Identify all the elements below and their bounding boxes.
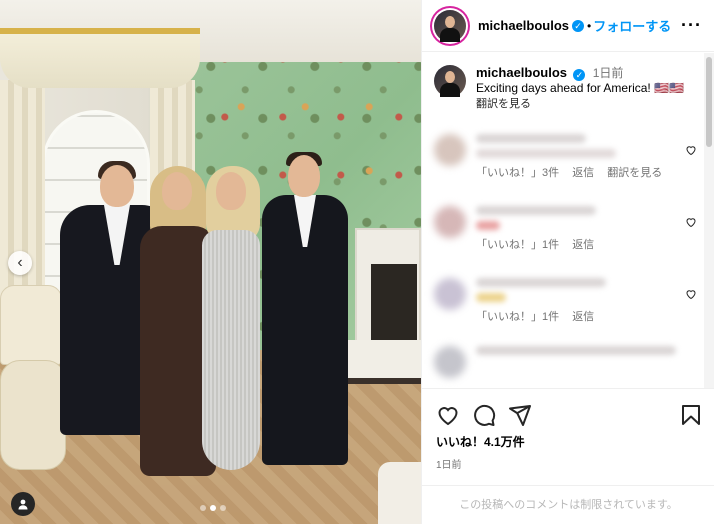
avatar[interactable] <box>434 9 466 42</box>
verified-badge-icon: ✓ <box>573 69 586 81</box>
carousel-dot[interactable] <box>220 505 226 511</box>
carousel-dot[interactable] <box>200 505 206 511</box>
carousel-dot-active[interactable] <box>210 505 216 511</box>
post-side-panel: michaelboulos ✓ • フォローする ··· michaelboul… <box>421 0 714 524</box>
comment-item: 「いいね！」1件 返信 <box>422 278 705 324</box>
valance <box>0 28 200 88</box>
translate-link[interactable]: 翻訳を見る <box>476 98 531 110</box>
chevron-left-icon[interactable]: ‹ <box>8 251 32 275</box>
post-date: 1日前 <box>436 460 462 471</box>
armchair-right <box>378 462 421 524</box>
caption-username[interactable]: michaelboulos <box>476 65 567 80</box>
comments-restricted-notice: この投稿へのコメントは制限されています。 <box>422 485 714 524</box>
scrollbar[interactable] <box>704 53 714 388</box>
avatar[interactable] <box>434 65 466 97</box>
separator: • <box>587 18 592 33</box>
heart-icon[interactable] <box>685 144 697 159</box>
caption-text: Exciting days ahead for America! 🇺🇸🇺🇸 <box>476 81 684 95</box>
comment-likes[interactable]: 「いいね！」3件 <box>476 167 559 179</box>
comment-likes[interactable]: 「いいね！」1件 <box>476 239 559 251</box>
armchair <box>0 360 66 470</box>
comment-item: 「いいね！」1件 返信 <box>422 206 705 252</box>
post-header: michaelboulos ✓ • フォローする ··· <box>422 0 714 52</box>
heart-icon[interactable] <box>685 216 697 231</box>
avatar[interactable] <box>434 346 466 378</box>
reply-button[interactable]: 返信 <box>572 311 594 323</box>
comments-list[interactable]: michaelboulos ✓ 1日前 Exciting days ahead … <box>422 53 705 388</box>
post-photo[interactable]: ‹ <box>0 0 421 524</box>
person-3 <box>200 166 266 472</box>
more-options-icon[interactable]: ··· <box>681 15 702 36</box>
sofa <box>0 285 62 365</box>
user-tag-icon[interactable] <box>11 492 35 516</box>
post-actions: いいね！4.1万件 1日前 この投稿へのコメントは制限されています。 <box>422 388 714 524</box>
comment-icon[interactable] <box>472 403 496 427</box>
comment-item <box>422 346 705 378</box>
fireplace <box>355 228 421 348</box>
heart-icon[interactable] <box>436 403 460 427</box>
person-4 <box>262 152 348 475</box>
follow-button[interactable]: フォローする <box>593 16 671 35</box>
carousel-dots <box>200 505 226 511</box>
translate-link[interactable]: 翻訳を見る <box>607 167 662 179</box>
bookmark-icon[interactable] <box>679 403 703 427</box>
avatar[interactable] <box>434 134 466 166</box>
reply-button[interactable]: 返信 <box>572 239 594 251</box>
avatar[interactable] <box>434 278 466 310</box>
comment-likes[interactable]: 「いいね！」1件 <box>476 311 559 323</box>
verified-badge-icon: ✓ <box>572 19 585 32</box>
caption-time: 1日前 <box>592 66 624 80</box>
avatar[interactable] <box>434 206 466 238</box>
comment-item: 「いいね！」3件 返信 翻訳を見る <box>422 134 705 180</box>
reply-button[interactable]: 返信 <box>572 167 594 179</box>
heart-icon[interactable] <box>685 288 697 303</box>
likes-count[interactable]: いいね！4.1万件 <box>422 433 714 450</box>
share-icon[interactable] <box>508 403 532 427</box>
username-link[interactable]: michaelboulos <box>478 18 569 33</box>
caption: michaelboulos ✓ 1日前 Exciting days ahead … <box>422 53 705 112</box>
